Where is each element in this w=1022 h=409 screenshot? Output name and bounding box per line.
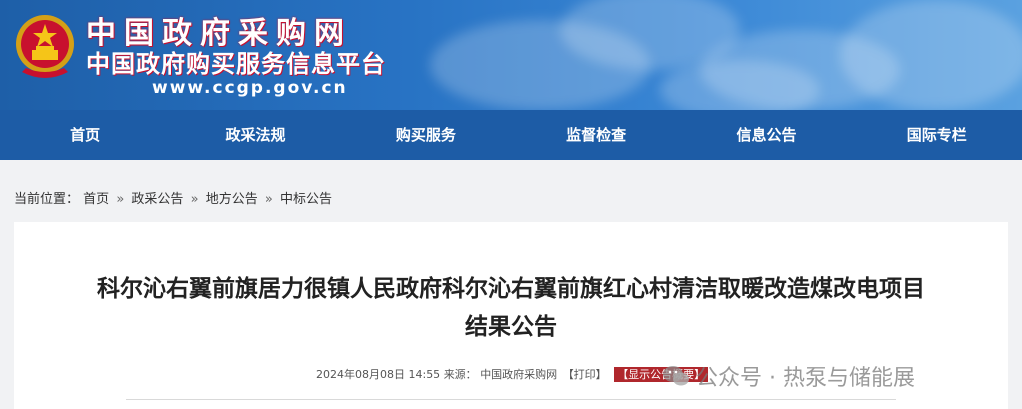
breadcrumb-local-notices[interactable]: 地方公告 (206, 192, 258, 207)
breadcrumb-home[interactable]: 首页 (83, 192, 109, 207)
breadcrumb-separator: » (190, 192, 199, 207)
breadcrumb-separator: » (116, 192, 125, 207)
breadcrumb-award-notices[interactable]: 中标公告 (280, 192, 332, 207)
article-meta: 2024年08月08日 14:55 来源： 中国政府采购网 【打印】 【显示公告… (316, 366, 709, 382)
watermark: 公众号 · 热泵与储能展 (662, 360, 915, 392)
site-url[interactable]: www.ccgp.gov.cn (152, 78, 348, 98)
source-name: 中国政府采购网 (480, 368, 558, 381)
breadcrumb-procurement-notices[interactable]: 政采公告 (131, 192, 183, 207)
publish-date: 2024年08月08日 14:55 (316, 368, 441, 381)
wechat-icon (663, 366, 689, 386)
breadcrumb: 当前位置： 首页 » 政采公告 » 地方公告 » 中标公告 (14, 188, 332, 207)
nav-item-announcements[interactable]: 信息公告 (681, 110, 851, 160)
nav-item-international[interactable]: 国际专栏 (852, 110, 1022, 160)
site-banner: 中国政府采购网 中国政府购买服务信息平台 www.ccgp.gov.cn (0, 0, 1022, 110)
national-emblem-icon (16, 15, 74, 78)
breadcrumb-prefix: 当前位置： (14, 192, 80, 207)
main-nav: 首页 政采法规 购买服务 监督检查 信息公告 国际专栏 (0, 110, 1022, 160)
source-label: 来源： (443, 368, 477, 381)
nav-item-regulations[interactable]: 政采法规 (170, 110, 340, 160)
watermark-text: 公众号 · 热泵与储能展 (696, 366, 915, 391)
breadcrumb-separator: » (264, 192, 273, 207)
print-link[interactable]: 【打印】 (563, 368, 607, 381)
article-title: 科尔沁右翼前旗居力很镇人民政府科尔沁右翼前旗红心村清洁取暖改造煤改电项目 结果公… (14, 270, 1008, 346)
nav-item-supervision[interactable]: 监督检查 (511, 110, 681, 160)
article-title-line2: 结果公告 (465, 314, 557, 340)
article-title-line1: 科尔沁右翼前旗居力很镇人民政府科尔沁右翼前旗红心村清洁取暖改造煤改电项目 (97, 276, 925, 302)
nav-item-purchase-services[interactable]: 购买服务 (341, 110, 511, 160)
site-subtitle: 中国政府购买服务信息平台 (86, 50, 386, 78)
divider (126, 399, 896, 400)
nav-item-home[interactable]: 首页 (0, 110, 170, 160)
